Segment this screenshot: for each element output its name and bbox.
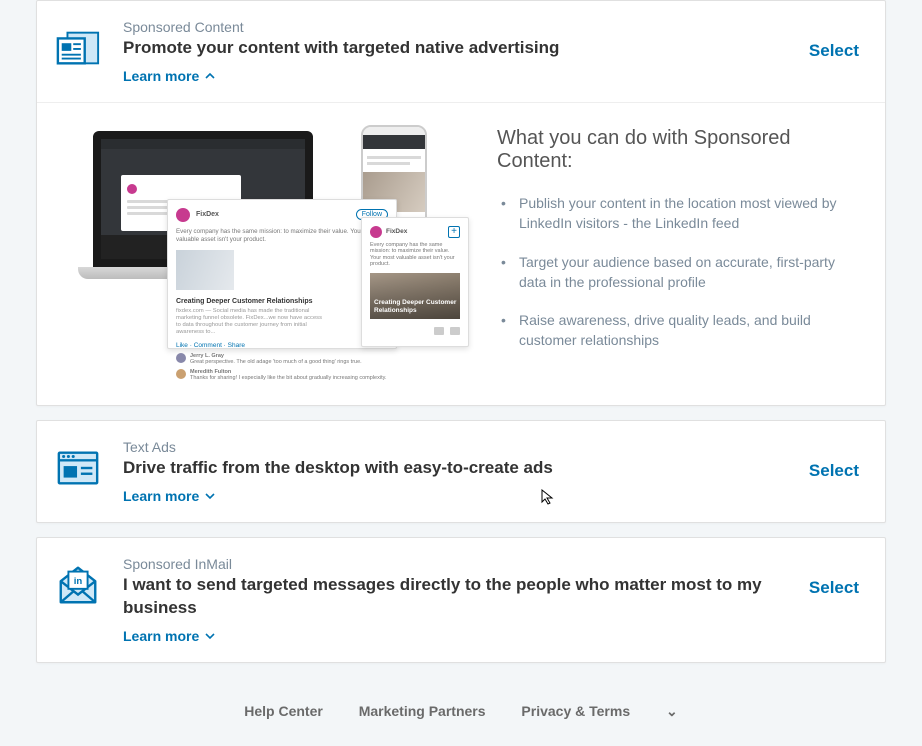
chevron-down-icon: ⌄ (666, 703, 678, 719)
svg-text:in: in (74, 576, 83, 587)
card-header: in Sponsored InMail I want to send targe… (37, 538, 885, 662)
card-headline: Drive traffic from the desktop with easy… (123, 457, 809, 480)
ad-option-sponsored-content: Sponsored Content Promote your content w… (36, 0, 886, 406)
devices-illustration: FixDex Follow Every company has the same… (65, 125, 469, 355)
select-button[interactable]: Select (809, 19, 859, 61)
ad-option-sponsored-inmail: in Sponsored InMail I want to send targe… (36, 537, 886, 663)
learn-more-label: Learn more (123, 488, 199, 504)
chevron-down-icon (205, 631, 215, 641)
info-list-item: Target your audience based on accurate, … (497, 252, 859, 293)
chevron-down-icon (205, 491, 215, 501)
info-list-item: Raise awareness, drive quality leads, an… (497, 310, 859, 351)
newspaper-icon (55, 25, 101, 71)
chevron-up-icon (205, 71, 215, 81)
card-header: Text Ads Drive traffic from the desktop … (37, 421, 885, 522)
card-headline: I want to send targeted messages directl… (123, 574, 809, 620)
card-header: Sponsored Content Promote your content w… (37, 1, 885, 102)
card-eyebrow: Sponsored InMail (123, 556, 809, 572)
card-body: FixDex Follow Every company has the same… (37, 102, 885, 405)
ad-option-text-ads: Text Ads Drive traffic from the desktop … (36, 420, 886, 523)
card-eyebrow: Text Ads (123, 439, 809, 455)
select-button[interactable]: Select (809, 556, 859, 598)
inmail-icon: in (55, 562, 101, 608)
footer-partners-link[interactable]: Marketing Partners (359, 703, 486, 719)
select-button[interactable]: Select (809, 439, 859, 481)
info-title: What you can do with Sponsored Content: (497, 127, 859, 173)
learn-more-label: Learn more (123, 68, 199, 84)
card-eyebrow: Sponsored Content (123, 19, 809, 35)
learn-more-link[interactable]: Learn more (123, 68, 215, 84)
info-list: Publish your content in the location mos… (497, 193, 859, 351)
info-list-item: Publish your content in the location mos… (497, 193, 859, 234)
footer-help-link[interactable]: Help Center (244, 703, 323, 719)
learn-more-link[interactable]: Learn more (123, 628, 215, 644)
footer-privacy-link[interactable]: Privacy & Terms (521, 703, 630, 719)
footer-nav: Help Center Marketing Partners Privacy &… (36, 677, 886, 746)
learn-more-link[interactable]: Learn more (123, 488, 215, 504)
browser-ad-icon (55, 445, 101, 491)
card-headline: Promote your content with targeted nativ… (123, 37, 809, 60)
learn-more-label: Learn more (123, 628, 199, 644)
